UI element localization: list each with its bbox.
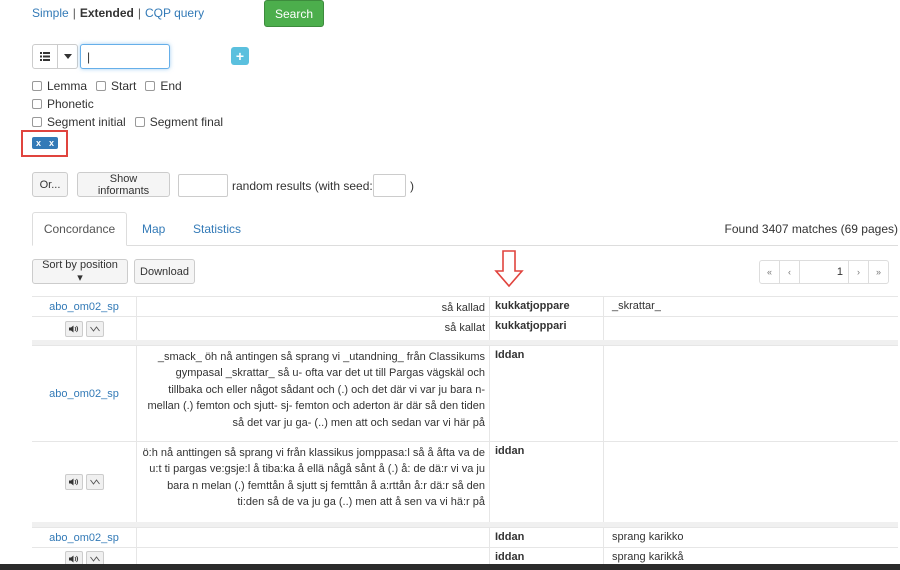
right-context bbox=[603, 317, 898, 340]
left-context: ö:h nå anttingen så sprang vi från klass… bbox=[136, 442, 489, 522]
extended-mode-link[interactable]: Extended bbox=[80, 6, 134, 20]
checkbox-icon[interactable] bbox=[32, 117, 42, 127]
table-row: abo_om02_sp Iddan sprang karikko bbox=[32, 527, 898, 547]
remove-icon[interactable]: x bbox=[49, 138, 54, 148]
start-label: Start bbox=[111, 79, 137, 93]
next-page-button[interactable]: › bbox=[848, 260, 869, 284]
lemma-label: Lemma bbox=[47, 79, 88, 93]
cqp-query-mode-link[interactable]: CQP query bbox=[145, 6, 204, 20]
plus-icon: + bbox=[235, 48, 245, 64]
table-row: abo_om02_sp så kallad kukkatjoppare _skr… bbox=[32, 296, 898, 316]
arrow-down-icon bbox=[494, 250, 524, 288]
speaker-cell: abo_om02_sp bbox=[32, 297, 136, 316]
seed-input[interactable] bbox=[373, 174, 406, 197]
first-page-button[interactable]: « bbox=[759, 260, 780, 284]
checkbox-row-3: Segment initial Segment final bbox=[32, 115, 232, 129]
match-word[interactable]: kukkatjoppare bbox=[489, 297, 603, 316]
close-paren: ) bbox=[410, 179, 414, 193]
left-context: så kallad bbox=[136, 297, 489, 316]
phonetic-label: Phonetic bbox=[47, 97, 94, 111]
page-number-input[interactable]: 1 bbox=[799, 260, 849, 284]
checkbox-icon[interactable] bbox=[32, 81, 42, 91]
end-label: End bbox=[160, 79, 182, 93]
taskbar-strip bbox=[0, 564, 900, 570]
prev-page-button[interactable]: ‹ bbox=[779, 260, 800, 284]
search-button[interactable]: Search bbox=[264, 0, 324, 27]
speaker-cell: abo_om02_sp bbox=[32, 346, 136, 441]
sort-button[interactable]: Sort by position ▾ bbox=[32, 259, 128, 284]
add-token-button[interactable]: + bbox=[231, 47, 249, 65]
table-row: abo_om02_sp _smack_ öh nå antingen så sp… bbox=[32, 345, 898, 441]
table-row: ö:h nå anttingen så sprang vi från klass… bbox=[32, 441, 898, 522]
tab-map[interactable]: Map bbox=[130, 212, 177, 246]
match-word[interactable]: iddan bbox=[489, 442, 603, 522]
mode-separator: | bbox=[137, 6, 141, 20]
checkbox-row-1: Lemma Start End bbox=[32, 79, 191, 93]
match-word[interactable]: Iddan bbox=[489, 528, 603, 547]
left-context: _smack_ öh nå antingen så sprang vi _uta… bbox=[136, 346, 489, 441]
speaker-cell: abo_om02_sp bbox=[32, 528, 136, 547]
speaker-link[interactable]: abo_om02_sp bbox=[49, 301, 119, 313]
speaker-link[interactable]: abo_om02_sp bbox=[49, 532, 119, 544]
waveform-icon[interactable] bbox=[85, 474, 104, 490]
list-icon[interactable] bbox=[32, 44, 58, 69]
checkbox-icon[interactable] bbox=[96, 81, 107, 91]
chevron-down-icon[interactable] bbox=[58, 44, 78, 69]
remove-icon[interactable]: x bbox=[36, 138, 41, 148]
segment-initial-checkbox[interactable]: Segment initial bbox=[32, 115, 126, 129]
left-context: så kallat bbox=[136, 317, 489, 340]
speaker-volume-icon[interactable] bbox=[64, 320, 83, 337]
segment-initial-label: Segment initial bbox=[47, 115, 126, 129]
simple-mode-link[interactable]: Simple bbox=[32, 6, 69, 20]
random-results-label: random results (with seed: bbox=[232, 179, 373, 193]
random-results-input[interactable] bbox=[178, 174, 228, 197]
segment-final-checkbox[interactable]: Segment final bbox=[134, 115, 224, 129]
waveform-icon[interactable] bbox=[85, 320, 104, 337]
checkbox-row-2: Phonetic bbox=[32, 97, 103, 111]
mode-separator: | bbox=[72, 6, 76, 20]
audio-controls-cell bbox=[32, 317, 136, 340]
speaker-link[interactable]: abo_om02_sp bbox=[49, 388, 119, 400]
token-type-dropdown[interactable] bbox=[32, 44, 78, 69]
right-context: _skrattar_ bbox=[603, 297, 898, 316]
tab-concordance[interactable]: Concordance bbox=[32, 212, 127, 246]
speaker-volume-icon[interactable] bbox=[64, 474, 83, 490]
phonetic-checkbox[interactable]: Phonetic bbox=[32, 97, 94, 111]
start-checkbox[interactable]: Start bbox=[96, 79, 136, 93]
end-checkbox[interactable]: End bbox=[145, 79, 182, 93]
last-page-button[interactable]: » bbox=[868, 260, 889, 284]
checkbox-icon[interactable] bbox=[134, 117, 145, 127]
or-button[interactable]: Or... bbox=[32, 172, 68, 197]
query-mode-links: Simple | Extended | CQP query bbox=[32, 6, 204, 20]
audio-controls-cell bbox=[32, 442, 136, 522]
right-context bbox=[603, 346, 898, 441]
match-word[interactable]: Iddan bbox=[489, 346, 603, 441]
lemma-checkbox[interactable]: Lemma bbox=[32, 79, 87, 93]
checkbox-icon[interactable] bbox=[32, 99, 42, 109]
right-context: sprang karikko bbox=[603, 528, 898, 547]
tab-statistics[interactable]: Statistics bbox=[181, 212, 253, 246]
checkbox-icon[interactable] bbox=[145, 81, 156, 91]
right-context bbox=[603, 442, 898, 522]
show-informants-button[interactable]: Show informants bbox=[77, 172, 170, 197]
table-row: så kallat kukkatjoppari bbox=[32, 316, 898, 340]
token-chip[interactable]: x x bbox=[32, 137, 58, 149]
segment-final-label: Segment final bbox=[149, 115, 224, 129]
match-word[interactable]: kukkatjoppari bbox=[489, 317, 603, 340]
left-context bbox=[136, 528, 489, 547]
match-count: Found 3407 matches (69 pages) bbox=[724, 222, 898, 236]
token-input[interactable] bbox=[80, 44, 170, 69]
download-button[interactable]: Download bbox=[134, 259, 195, 284]
pagination: « ‹ 1 › » bbox=[759, 260, 889, 284]
